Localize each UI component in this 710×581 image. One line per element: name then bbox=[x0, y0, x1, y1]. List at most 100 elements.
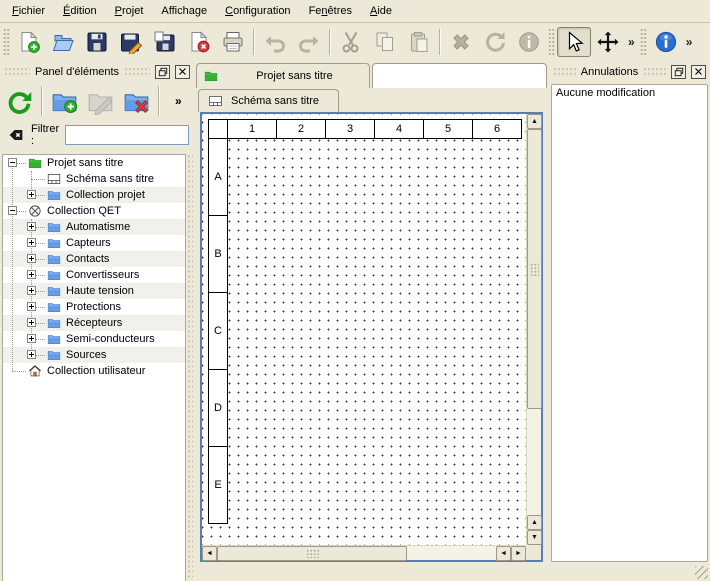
scroll-up-button-2[interactable]: ▲ bbox=[527, 515, 542, 530]
vertical-scroll-thumb[interactable] bbox=[527, 129, 542, 409]
about-button[interactable] bbox=[649, 27, 683, 57]
expand-icon[interactable] bbox=[27, 350, 36, 359]
elements-panel-toolbar: » bbox=[0, 80, 194, 122]
redo-button[interactable] bbox=[292, 27, 326, 57]
new-element-button[interactable] bbox=[48, 84, 81, 118]
horizontal-scroll-thumb[interactable] bbox=[217, 546, 407, 561]
tree-item-collection-qet[interactable]: Collection QET bbox=[3, 203, 185, 219]
expand-icon[interactable] bbox=[27, 318, 36, 327]
cut-button[interactable] bbox=[334, 27, 368, 57]
tree-item-collection-projet[interactable]: Collection projet bbox=[3, 187, 185, 203]
menu-affichage[interactable]: Affichage bbox=[152, 2, 216, 20]
toolbar-separator bbox=[41, 86, 43, 116]
elements-tree: Projet sans titreSchéma sans titreCollec… bbox=[2, 154, 186, 581]
rotate-button[interactable] bbox=[478, 27, 512, 57]
menu-fenetres[interactable]: Fenêtres bbox=[300, 2, 361, 20]
tab-schema[interactable]: Schéma sans titre bbox=[198, 89, 339, 112]
scroll-down-button[interactable]: ▼ bbox=[527, 530, 542, 545]
grid-corner-cell bbox=[208, 119, 228, 139]
tree-branch-line bbox=[12, 163, 13, 371]
delete-element-button[interactable] bbox=[120, 84, 153, 118]
tree-item-label: Convertisseurs bbox=[66, 269, 139, 281]
save-as-button[interactable] bbox=[114, 27, 148, 57]
toolbar-handle[interactable] bbox=[3, 28, 10, 55]
collapse-icon[interactable] bbox=[8, 206, 17, 215]
project-icon bbox=[27, 156, 43, 170]
expand-icon[interactable] bbox=[27, 190, 36, 199]
toolbar-overflow-button[interactable]: » bbox=[625, 35, 638, 49]
tree-branch-line bbox=[12, 371, 26, 372]
tree-item-sources[interactable]: Sources bbox=[3, 347, 185, 363]
float-dock-button[interactable] bbox=[155, 65, 170, 79]
scroll-left-button[interactable]: ◄ bbox=[202, 546, 217, 561]
paste-icon bbox=[407, 30, 431, 54]
resize-grip[interactable] bbox=[695, 566, 708, 579]
expand-icon[interactable] bbox=[27, 286, 36, 295]
tree-item-label: Sources bbox=[66, 349, 106, 361]
row-header-D: D bbox=[208, 369, 228, 447]
undo-icon bbox=[263, 30, 287, 54]
menu-aide[interactable]: Aide bbox=[361, 2, 401, 20]
scroll-mode-button[interactable] bbox=[591, 27, 625, 57]
expand-icon[interactable] bbox=[27, 222, 36, 231]
close-file-button[interactable] bbox=[182, 27, 216, 57]
tab-project[interactable]: Projet sans titre bbox=[196, 63, 370, 88]
scroll-left-button-2[interactable]: ◄ bbox=[496, 546, 511, 561]
expand-icon[interactable] bbox=[27, 238, 36, 247]
menu-fichier[interactable]: Fichier bbox=[3, 2, 54, 20]
undo-title: Annulations bbox=[581, 66, 639, 78]
tree-item-label: Collection QET bbox=[47, 205, 121, 217]
element-info-button[interactable] bbox=[512, 27, 546, 57]
new-file-button[interactable] bbox=[12, 27, 46, 57]
menu-configuration[interactable]: Configuration bbox=[216, 2, 299, 20]
scroll-right-button[interactable]: ► bbox=[511, 546, 526, 561]
paste-button[interactable] bbox=[402, 27, 436, 57]
select-mode-button[interactable] bbox=[557, 27, 591, 57]
undo-button[interactable] bbox=[258, 27, 292, 57]
save-as-icon bbox=[119, 30, 143, 54]
expand-icon[interactable] bbox=[27, 334, 36, 343]
close-dock-button[interactable] bbox=[691, 65, 706, 79]
close-dock-button[interactable] bbox=[175, 65, 190, 79]
column-header-4: 4 bbox=[374, 119, 424, 139]
save-all-button[interactable] bbox=[148, 27, 182, 57]
edit-element-button[interactable] bbox=[84, 84, 117, 118]
row-header-A: A bbox=[208, 138, 228, 216]
dock-splitter-handle[interactable] bbox=[187, 154, 193, 581]
filter-input[interactable] bbox=[65, 125, 189, 145]
copy-button[interactable] bbox=[368, 27, 402, 57]
toolbar-handle[interactable] bbox=[548, 28, 555, 55]
schema-icon bbox=[46, 172, 62, 186]
refresh-icon bbox=[6, 88, 33, 115]
horizontal-scrollbar[interactable]: ◄ ◄ ► bbox=[202, 545, 526, 560]
delete-element-icon bbox=[123, 88, 150, 115]
float-dock-button[interactable] bbox=[671, 65, 686, 79]
select-arrow-icon bbox=[562, 30, 586, 54]
diagram-canvas[interactable]: 123456 ABCDE bbox=[202, 114, 526, 545]
menu-projet[interactable]: Projet bbox=[106, 2, 153, 20]
collapse-icon[interactable] bbox=[8, 158, 17, 167]
clear-filter-icon[interactable] bbox=[7, 127, 25, 143]
undo-list-item[interactable]: Aucune modification bbox=[552, 85, 707, 101]
home-icon bbox=[27, 364, 43, 378]
toolbar-separator bbox=[439, 29, 441, 55]
expand-icon[interactable] bbox=[27, 254, 36, 263]
print-button[interactable] bbox=[216, 27, 250, 57]
elements-panel-dock: Panel d'éléments » Filtrer : Projet sans… bbox=[0, 60, 194, 565]
panel-toolbar-overflow-button[interactable]: » bbox=[175, 94, 182, 108]
copy-icon bbox=[373, 30, 397, 54]
toolbar-overflow-button[interactable]: » bbox=[683, 35, 696, 49]
tree-item-projet-sans-titre[interactable]: Projet sans titre bbox=[3, 155, 185, 171]
tree-item-collection-utilisateur[interactable]: Collection utilisateur bbox=[3, 363, 185, 379]
scroll-up-button[interactable]: ▲ bbox=[527, 114, 542, 129]
reload-collections-button[interactable] bbox=[3, 84, 36, 118]
toolbar-handle[interactable] bbox=[640, 28, 647, 55]
vertical-scrollbar[interactable]: ▲ ▲ ▼ bbox=[526, 114, 541, 545]
delete-button[interactable] bbox=[444, 27, 478, 57]
save-button[interactable] bbox=[80, 27, 114, 57]
expand-icon[interactable] bbox=[27, 270, 36, 279]
menu-edition[interactable]: Édition bbox=[54, 2, 106, 20]
open-file-button[interactable] bbox=[46, 27, 80, 57]
expand-icon[interactable] bbox=[27, 302, 36, 311]
move-mode-icon bbox=[596, 30, 620, 54]
